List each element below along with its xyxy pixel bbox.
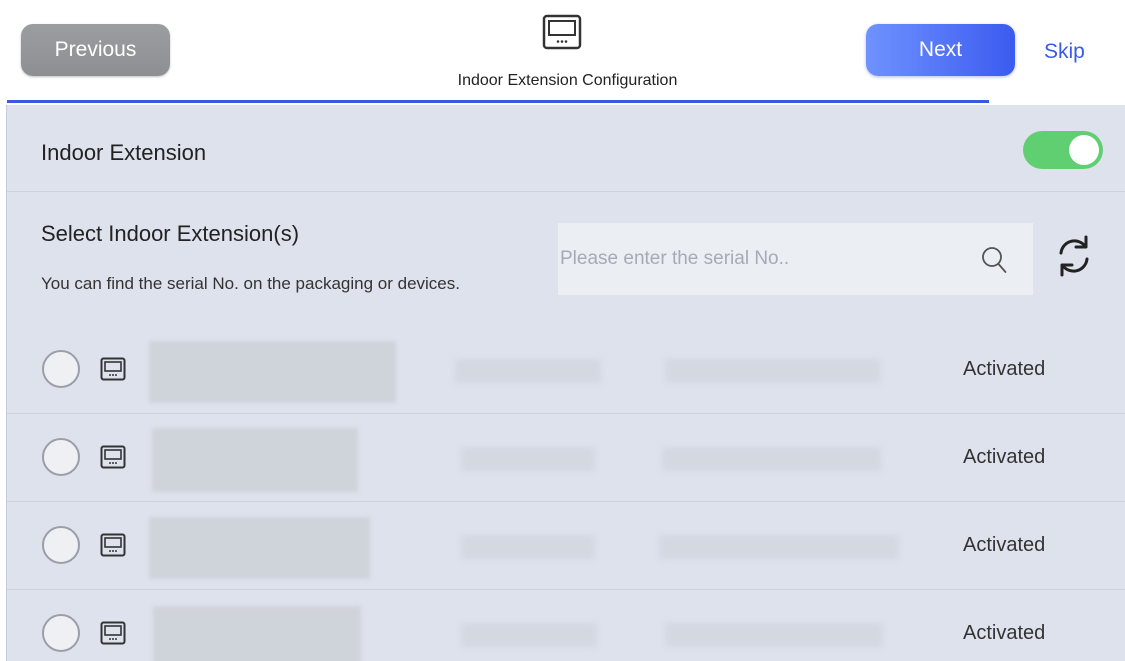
- redacted-field: [461, 623, 597, 647]
- select-section-title: Select Indoor Extension(s): [41, 221, 300, 246]
- redacted-field: [665, 359, 880, 383]
- indoor-monitor-icon: [100, 445, 126, 469]
- device-select-radio[interactable]: [42, 350, 80, 388]
- redacted-field: [662, 447, 881, 471]
- list-item[interactable]: Activated: [7, 590, 1125, 661]
- select-section-hint: You can find the serial No. on the packa…: [41, 274, 460, 293]
- redacted-field: [461, 535, 595, 559]
- serial-search-input[interactable]: [560, 223, 970, 295]
- next-button[interactable]: Next: [866, 24, 1015, 76]
- indoor-extension-label: Indoor Extension: [41, 140, 207, 165]
- refresh-icon[interactable]: [1053, 235, 1095, 277]
- indoor-monitor-icon: [100, 533, 126, 557]
- redacted-device-name: [152, 428, 358, 492]
- device-status: Activated: [963, 534, 1046, 556]
- toggle-knob: [1069, 135, 1099, 165]
- list-item[interactable]: Activated: [7, 414, 1125, 502]
- redacted-field: [461, 447, 595, 471]
- device-list: Activated Activated Activated Activated: [7, 326, 1125, 661]
- indoor-monitor-icon: [100, 621, 126, 645]
- redacted-device-name: [149, 341, 396, 403]
- header: Previous Indoor Extension Configuration …: [0, 0, 1125, 105]
- list-item[interactable]: Activated: [7, 502, 1125, 590]
- indoor-monitor-icon: [100, 357, 126, 381]
- device-status: Activated: [963, 446, 1046, 468]
- device-select-radio[interactable]: [42, 614, 80, 652]
- redacted-device-name: [153, 606, 361, 661]
- progress-bar: [7, 100, 989, 103]
- configuration-panel: Indoor Extension Select Indoor Extension…: [7, 105, 1125, 661]
- device-select-radio[interactable]: [42, 526, 80, 564]
- device-status: Activated: [963, 622, 1046, 644]
- list-item[interactable]: Activated: [7, 326, 1125, 414]
- indoor-monitor-icon: [542, 14, 582, 50]
- previous-button[interactable]: Previous: [21, 24, 170, 76]
- indoor-extension-row: Indoor Extension: [7, 105, 1125, 192]
- search-icon[interactable]: [981, 246, 1007, 274]
- device-select-radio[interactable]: [42, 438, 80, 476]
- indoor-extension-toggle[interactable]: [1023, 131, 1103, 169]
- skip-link[interactable]: Skip: [1044, 40, 1085, 64]
- redacted-field: [659, 535, 899, 559]
- device-status: Activated: [963, 358, 1046, 380]
- redacted-device-name: [149, 517, 370, 579]
- search-box: [558, 223, 1033, 295]
- redacted-field: [665, 623, 883, 647]
- redacted-field: [455, 359, 601, 383]
